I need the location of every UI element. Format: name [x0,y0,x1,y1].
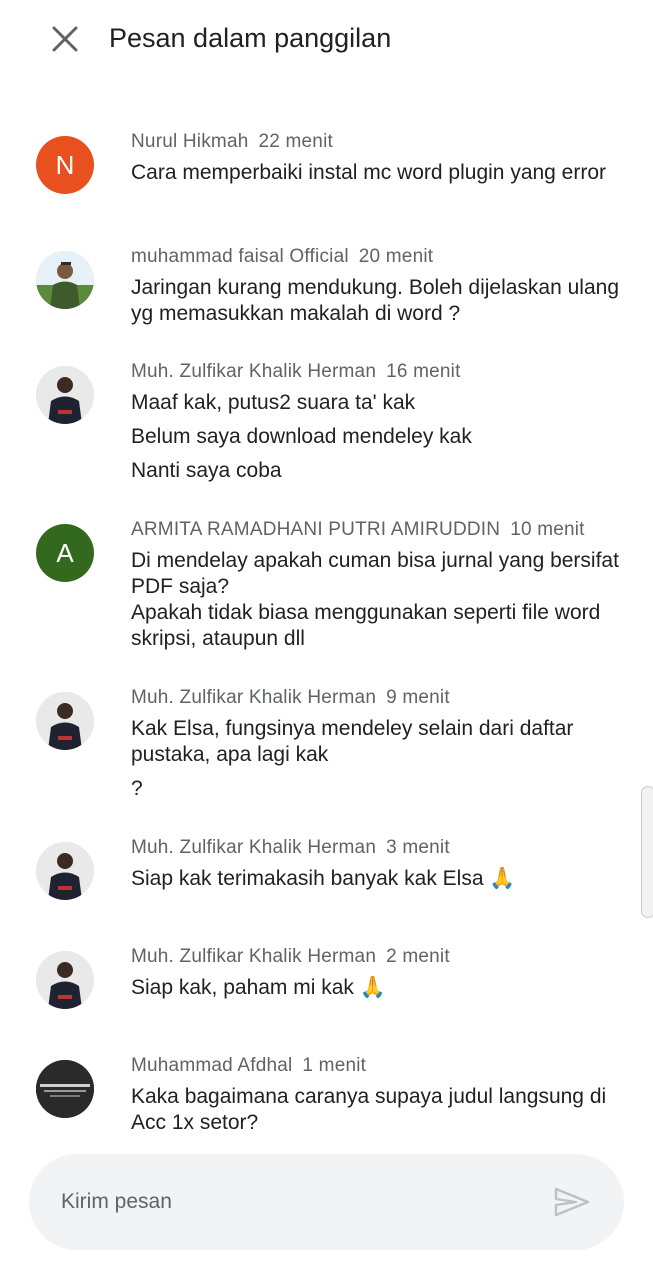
sender-name: muhammad faisal Official [131,246,349,267]
message-body: Jaringan kurang mendukung. Boleh dijelas… [131,275,631,327]
message-meta: muhammad faisal Official 20 menit [131,243,433,271]
scrollbar[interactable] [641,786,653,918]
message-body: Kaka bagaimana caranya supaya judul lang… [131,1084,631,1136]
avatar-photo [36,951,94,1009]
avatar [36,951,94,1009]
message-body: Di mendelay apakah cuman bisa jurnal yan… [131,548,631,652]
sender-name: Muh. Zulfikar Khalik Herman [131,946,377,967]
sender-name: Muhammad Afdhal [131,1055,293,1076]
message-meta: Muh. Zulfikar Khalik Herman 16 menit [131,358,461,386]
send-icon [554,1187,590,1217]
avatar-photo [36,366,94,424]
send-button[interactable] [552,1184,592,1220]
sender-name: ARMITA RAMADHANI PUTRI AMIRUDDIN [131,519,501,540]
message-text: Di mendelay apakah cuman bisa jurnal yan… [131,549,619,650]
message-text: Kak Elsa, fungsinya mendeley selain dari… [131,717,580,766]
message-time: 22 menit [258,131,333,152]
close-icon [52,26,78,52]
avatar-photo [36,842,94,900]
message-body: Siap kak terimakasih banyak kak Elsa 🙏 [131,866,631,892]
message-body: Kak Elsa, fungsinya mendeley selain dari… [131,716,631,802]
message-time: 2 menit [386,946,450,967]
message-text: Belum saya download mendeley kak [131,425,472,448]
message-body: Maaf kak, putus2 suara ta' kak Belum say… [131,390,631,484]
sender-name: Muh. Zulfikar Khalik Herman [131,837,377,858]
close-button[interactable] [46,20,84,58]
message-meta: ARMITA RAMADHANI PUTRI AMIRUDDIN 10 menit [131,516,585,544]
avatar: N [36,136,94,194]
message-composer [29,1154,624,1250]
message-body: Siap kak, paham mi kak 🙏 [131,975,631,1001]
avatar-photo [36,1060,94,1118]
message-meta: Muhammad Afdhal 1 menit [131,1052,366,1080]
message-input[interactable] [61,1184,531,1220]
message-meta: Nurul Hikmah 22 menit [131,128,333,156]
avatar [36,1060,94,1118]
avatar [36,842,94,900]
avatar-letter: A [56,537,74,568]
avatar-photo [36,692,94,750]
message-meta: Muh. Zulfikar Khalik Herman 2 menit [131,943,450,971]
avatar-letter: N [55,149,75,180]
sender-name: Muh. Zulfikar Khalik Herman [131,687,377,708]
message-time: 16 menit [386,361,461,382]
avatar [36,692,94,750]
message-meta: Muh. Zulfikar Khalik Herman 9 menit [131,684,450,712]
avatar: A [36,524,94,582]
sender-name: Nurul Hikmah [131,131,249,152]
message-text: Kaka bagaimana caranya supaya judul lang… [131,1085,611,1134]
message-time: 3 menit [386,837,450,858]
message-meta: Muh. Zulfikar Khalik Herman 3 menit [131,834,450,862]
message-text: Siap kak terimakasih banyak kak Elsa 🙏 [131,867,516,890]
message-text: ? [131,777,143,800]
message-time: 9 menit [386,687,450,708]
avatar [36,366,94,424]
avatar [36,251,94,309]
message-text: Siap kak, paham mi kak 🙏 [131,976,386,999]
message-body: Cara memperbaiki instal mc word plugin y… [131,160,631,186]
message-time: 1 menit [302,1055,367,1076]
message-text: Cara memperbaiki instal mc word plugin y… [131,161,607,184]
sender-name: Muh. Zulfikar Khalik Herman [131,361,377,382]
avatar-photo [36,251,94,309]
message-text: Nanti saya coba [131,459,282,482]
message-time: 20 menit [358,246,434,267]
message-text: Jaringan kurang mendukung. Boleh dijelas… [131,276,625,325]
message-time: 10 menit [510,519,585,540]
page-title: Pesan dalam panggilan [109,23,392,53]
message-text: Maaf kak, putus2 suara ta' kak [131,391,416,414]
app-bar: Pesan dalam panggilan [0,0,653,80]
